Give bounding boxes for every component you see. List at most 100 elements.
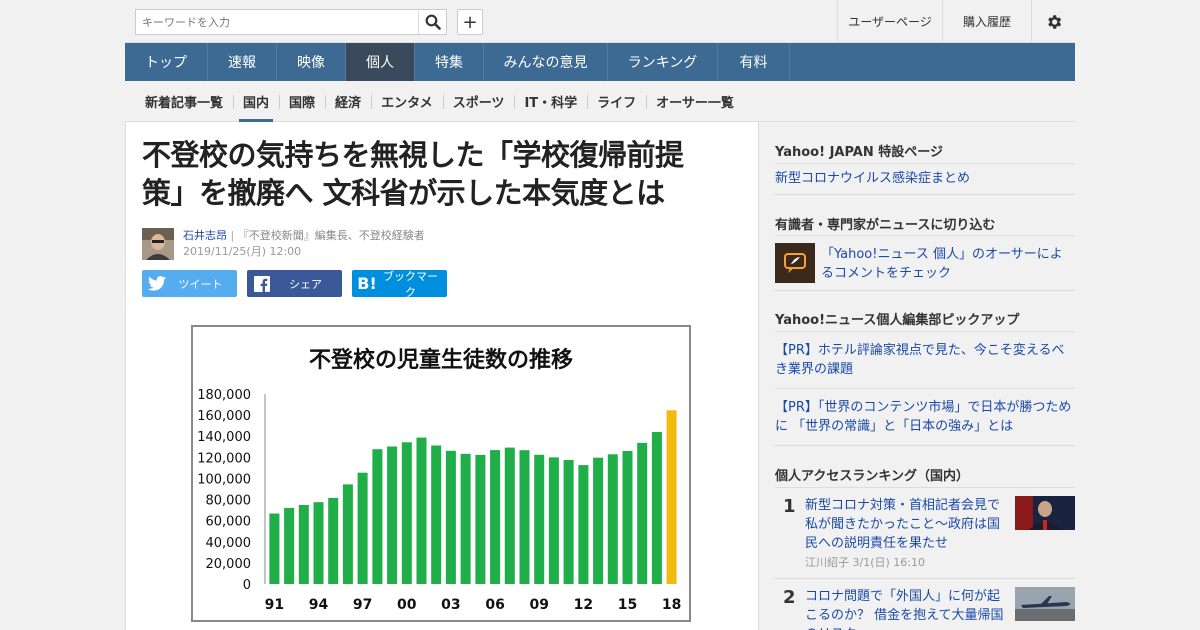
y-tick-label: 0 xyxy=(243,578,251,593)
chart-bar xyxy=(284,507,295,584)
search-button[interactable] xyxy=(418,10,446,34)
y-tick-label: 180,000 xyxy=(197,388,251,403)
plus-icon: + xyxy=(462,11,478,33)
ranking-item[interactable]: 1 新型コロナ対策・首相記者会見で私が聞きたかったこと～政府は国民への説明責任を… xyxy=(775,496,1075,576)
chart-bar xyxy=(269,513,280,584)
article: 不登校の気持ちを無視した「学校復帰前提 策」を撤廃へ 文科省が示した本気度とは … xyxy=(125,122,759,630)
ranking-heading: 個人アクセスランキング（国内） xyxy=(775,469,969,484)
ranking-item[interactable]: 2 コロナ問題で「外国人」に何が起こるのか？ 借金を抱えて大量帰国のリスク xyxy=(775,587,1075,630)
hatena-bookmark-button[interactable]: B! ブックマーク xyxy=(352,269,447,299)
sub-nav-authors[interactable]: オーサー一覧 xyxy=(646,81,744,122)
chart-bar xyxy=(416,437,427,584)
purchase-history-link[interactable]: 購入履歴 xyxy=(942,0,1031,43)
x-tick-label: 12 xyxy=(574,597,593,613)
main-nav-feature[interactable]: 特集 xyxy=(415,43,484,81)
chart-bar xyxy=(313,502,324,584)
chart-bar xyxy=(475,454,486,584)
chart-bar xyxy=(460,453,471,584)
y-tick-label: 160,000 xyxy=(197,409,251,424)
sub-nav-it-science[interactable]: IT・科学 xyxy=(514,81,587,122)
main-nav-opinions[interactable]: みんなの意見 xyxy=(484,43,608,81)
x-tick-label: 03 xyxy=(441,597,460,613)
sub-nav: 新着記事一覧 国内 国際 経済 エンタメ スポーツ IT・科学 ライフ オーサー… xyxy=(125,81,1075,122)
chart-bar xyxy=(298,505,309,584)
ranking-meta: 江川紹子 3/1(日) 16:10 xyxy=(805,556,925,569)
chart-title: 不登校の児童生徒数の推移 xyxy=(309,347,573,373)
chart-bar xyxy=(622,451,633,584)
chart-bar xyxy=(342,484,353,584)
main-nav-breaking[interactable]: 速報 xyxy=(208,43,277,81)
chart-image: 不登校の児童生徒数の推移 180,000 160,000 140,000 120,00… xyxy=(191,325,691,622)
chart-bar xyxy=(519,450,530,584)
bar-chart: 不登校の児童生徒数の推移 180,000 160,000 140,000 120,00… xyxy=(197,347,681,613)
y-tick-label: 120,000 xyxy=(197,451,251,466)
x-tick-label: 18 xyxy=(662,597,681,613)
divider xyxy=(775,194,1075,195)
sub-nav-entertainment[interactable]: エンタメ xyxy=(371,81,443,122)
sub-nav-domestic[interactable]: 国内 xyxy=(233,81,279,122)
y-tick-label: 60,000 xyxy=(206,515,252,530)
article-title-line1: 不登校の気持ちを無視した「学校復帰前提 xyxy=(142,138,684,172)
top-bar: + ユーザーページ 購入履歴 xyxy=(125,0,1075,43)
divider xyxy=(775,578,1075,579)
comment-feather-icon xyxy=(775,243,815,283)
x-tick-label: 00 xyxy=(397,597,417,613)
x-tick-label: 94 xyxy=(309,597,329,613)
author-separator: | xyxy=(230,229,235,242)
sub-nav-new[interactable]: 新着記事一覧 xyxy=(135,81,233,122)
sub-nav-sports[interactable]: スポーツ xyxy=(442,81,515,122)
experts-link[interactable]: 「Yahoo!ニュース 個人」のオーサーによるコメントをチェック xyxy=(821,245,1073,283)
sub-nav-economy[interactable]: 経済 xyxy=(325,81,371,122)
facebook-share-label: シェア xyxy=(289,277,322,291)
sub-nav-life[interactable]: ライフ xyxy=(587,81,646,122)
chart-bar xyxy=(578,465,589,584)
hatena-icon: B! xyxy=(357,274,377,293)
chart-bar xyxy=(445,450,456,584)
search-input[interactable] xyxy=(136,10,418,34)
divider xyxy=(775,290,1075,291)
chart-bar xyxy=(607,454,618,584)
main-nav-individual[interactable]: 個人 xyxy=(346,43,415,81)
chart-bar xyxy=(534,454,545,584)
y-tick-label: 40,000 xyxy=(206,536,252,551)
sidebar: Yahoo! JAPAN 特設ページ 新型コロナウイルス感染症まとめ 有識者・専… xyxy=(759,122,1075,630)
chart-bar xyxy=(504,447,515,584)
x-tick-label: 15 xyxy=(618,597,637,613)
special-heading: Yahoo! JAPAN 特設ページ xyxy=(775,145,944,160)
tweet-button[interactable]: ツイート xyxy=(142,270,237,297)
facebook-icon xyxy=(247,275,277,292)
author-description: 『不登校新聞』編集長、不登校経験者 xyxy=(237,229,425,242)
chart-bar xyxy=(328,497,339,584)
divider xyxy=(775,331,1075,332)
main-nav-top[interactable]: トップ xyxy=(125,43,208,81)
special-link[interactable]: 新型コロナウイルス感染症まとめ xyxy=(775,169,970,188)
hatena-bookmark-label: ブックマーク xyxy=(383,269,438,299)
main-nav-video[interactable]: 映像 xyxy=(277,43,346,81)
user-page-link[interactable]: ユーザーページ xyxy=(837,0,942,43)
main-nav-ranking[interactable]: ランキング xyxy=(608,43,718,81)
pickup-link-1[interactable]: 【PR】ホテル評論家視点で見た、今こそ変えるべき業界の課題 xyxy=(775,341,1075,379)
x-tick-label: 06 xyxy=(485,597,504,613)
x-tick-label: 09 xyxy=(529,597,548,613)
ranking-title[interactable]: コロナ問題で「外国人」に何が起こるのか？ 借金を抱えて大量帰国のリスク xyxy=(805,587,1005,630)
main-nav-paid[interactable]: 有料 xyxy=(718,43,790,81)
sub-nav-international[interactable]: 国際 xyxy=(279,81,325,122)
article-date: 2019/11/25(月) 12:00 xyxy=(183,245,302,258)
divider xyxy=(775,445,1075,446)
author-avatar[interactable] xyxy=(142,228,174,260)
author-name[interactable]: 石井志昂 xyxy=(183,229,227,242)
pickup-link-2[interactable]: 【PR】「世界のコンテンツ市場」で日本が勝つために 「世界の常識」と「日本の強み… xyxy=(775,398,1075,436)
chart-bar xyxy=(357,472,368,584)
ranking-title[interactable]: 新型コロナ対策・首相記者会見で私が聞きたかったこと～政府は国民への説明責任を果た… xyxy=(805,496,1005,553)
experts-heading: 有識者・専門家がニュースに切り込む xyxy=(775,218,996,233)
ranking-number: 2 xyxy=(783,587,796,608)
main-nav: トップ 速報 映像 個人 特集 みんなの意見 ランキング 有料 xyxy=(125,43,1075,81)
add-button[interactable]: + xyxy=(457,9,483,35)
y-tick-label: 80,000 xyxy=(206,494,252,509)
ranking-thumbnail xyxy=(1015,587,1075,621)
settings-button[interactable] xyxy=(1031,0,1075,43)
chart-bar xyxy=(651,432,662,584)
chart-bar xyxy=(401,442,412,584)
gear-icon xyxy=(1047,14,1061,29)
facebook-share-button[interactable]: シェア xyxy=(247,270,342,297)
